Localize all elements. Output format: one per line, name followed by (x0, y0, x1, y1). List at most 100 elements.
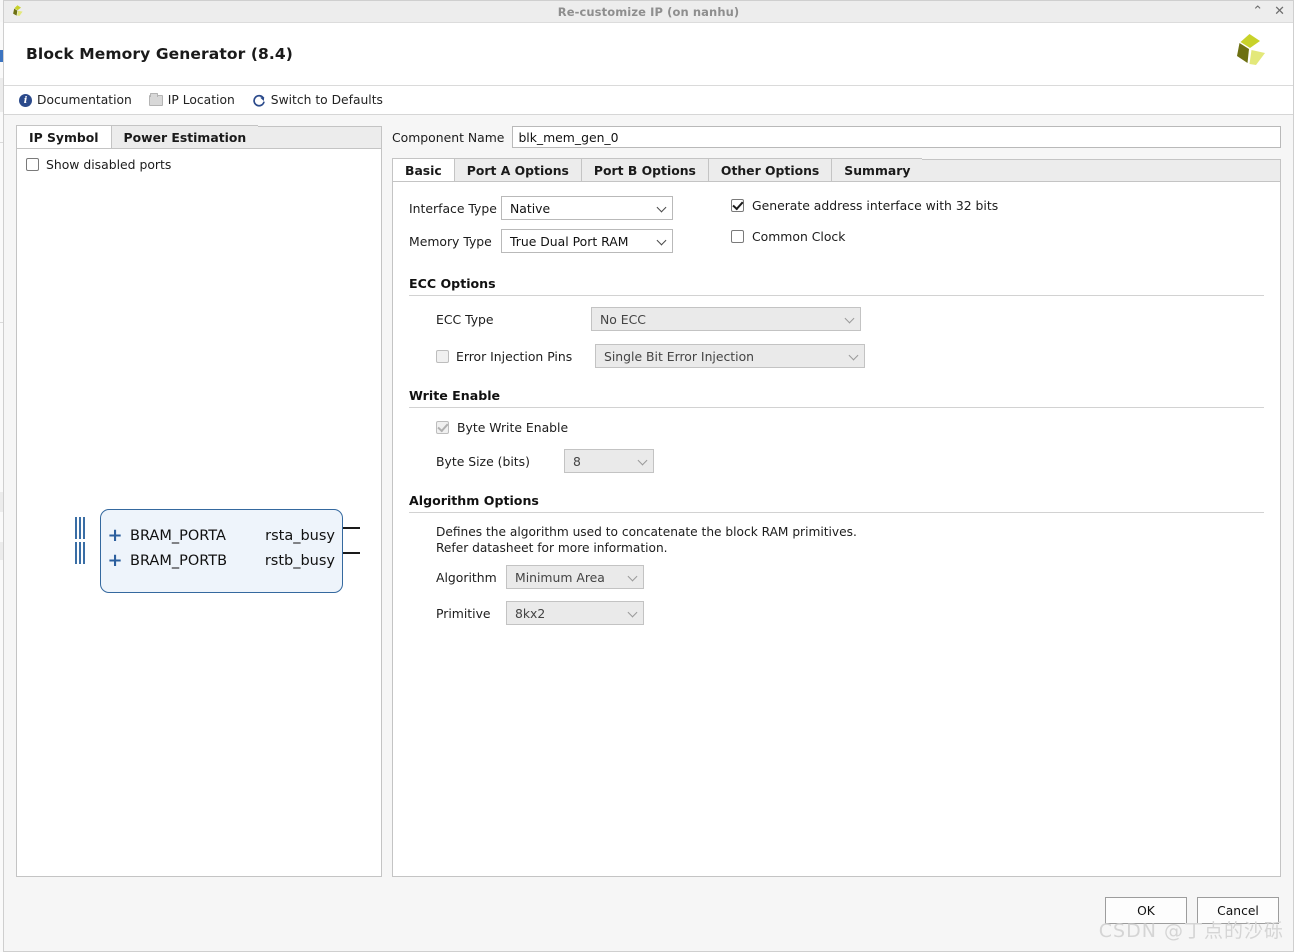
chevron-down-icon (846, 315, 855, 324)
info-icon: i (19, 93, 32, 107)
symbol-port-a-output: rsta_busy (265, 528, 335, 544)
common-clock-row[interactable]: Common Clock (731, 229, 998, 244)
switch-to-defaults-button[interactable]: Switch to Defaults (252, 93, 383, 107)
expand-portb-icon[interactable]: + (105, 552, 125, 570)
error-injection-pins-checkbox[interactable] (436, 349, 449, 363)
interface-type-value: Native (510, 200, 551, 216)
tab-basic-label: Basic (405, 162, 442, 178)
ip-symbol-panel: Show disabled ports + BRAM_PORTA rsta_bu… (16, 148, 382, 877)
tab-port-a-options-label: Port A Options (466, 162, 569, 178)
dialog-toolbar: i Documentation IP Location Switch to De… (4, 86, 1293, 115)
component-name-input[interactable]: blk_mem_gen_0 (512, 126, 1281, 148)
chevron-down-icon (850, 352, 859, 361)
byte-write-enable-row: Byte Write Enable (409, 420, 1264, 435)
error-injection-pins-row: Error Injection Pins Single Bit Error In… (409, 344, 1264, 368)
expand-porta-icon[interactable]: + (105, 527, 125, 545)
symbol-port-a-name: BRAM_PORTA (130, 528, 226, 544)
show-disabled-ports-row[interactable]: Show disabled ports (17, 149, 381, 172)
right-tabstrip-filler (922, 159, 1281, 181)
title-bar: Re-customize IP (on nanhu) ⌃ ✕ (4, 1, 1293, 23)
right-panel: Component Name blk_mem_gen_0 Basic Port … (392, 125, 1281, 889)
write-enable-title: Write Enable (409, 388, 501, 403)
tab-power-estimation[interactable]: Power Estimation (110, 125, 259, 148)
ecc-type-label: ECC Type (436, 311, 494, 327)
symbol-port-row-a: + BRAM_PORTA rsta_busy (101, 523, 344, 549)
window-title: Re-customize IP (on nanhu) (557, 4, 740, 19)
xilinx-logo-large (1229, 32, 1271, 76)
common-clock-label: Common Clock (752, 229, 846, 244)
ecc-options-title: ECC Options (409, 276, 496, 291)
ecc-type-select[interactable]: No ECC (591, 307, 861, 331)
byte-size-row: Byte Size (bits) 8 (409, 449, 1264, 473)
algorithm-description-line2: Refer datasheet for more information. (436, 541, 668, 555)
ecc-options-divider (409, 295, 1264, 296)
algorithm-description: Defines the algorithm used to concatenat… (436, 524, 1264, 556)
algorithm-label: Algorithm (436, 569, 497, 585)
algorithm-description-line1: Defines the algorithm used to concatenat… (436, 525, 857, 539)
left-tabstrip-filler (258, 126, 382, 148)
algorithm-select[interactable]: Minimum Area (506, 565, 644, 589)
chevron-down-icon (639, 457, 648, 466)
out-pin-rstb-busy (343, 552, 360, 554)
tab-summary-label: Summary (844, 162, 911, 178)
refresh-icon (252, 93, 266, 107)
generate-address-interface-row[interactable]: Generate address interface with 32 bits (731, 198, 998, 213)
error-injection-pins-label: Error Injection Pins (456, 348, 573, 364)
show-disabled-ports-checkbox[interactable] (26, 158, 39, 171)
tab-port-b-options[interactable]: Port B Options (580, 158, 708, 181)
byte-write-enable-checkbox[interactable] (436, 421, 449, 434)
algorithm-value: Minimum Area (515, 569, 605, 585)
algorithm-options-title: Algorithm Options (409, 493, 539, 508)
symbol-port-b-name: BRAM_PORTB (130, 553, 228, 569)
switch-to-defaults-label: Switch to Defaults (270, 93, 383, 107)
folder-icon (148, 92, 163, 106)
error-injection-select[interactable]: Single Bit Error Injection (595, 344, 865, 368)
interface-type-row: Interface Type Native (409, 196, 709, 220)
symbol-port-b-output: rstb_busy (264, 553, 335, 569)
ok-button[interactable]: OK (1105, 897, 1187, 924)
primitive-label: Primitive (436, 605, 491, 621)
byte-size-value: 8 (573, 453, 581, 469)
bus-pin-portb (75, 542, 86, 564)
chevron-down-icon (629, 609, 638, 618)
documentation-button[interactable]: i Documentation (19, 93, 132, 107)
tab-power-estimation-label: Power Estimation (123, 129, 247, 145)
page-title: Block Memory Generator (8.4) (26, 45, 293, 63)
memory-type-select[interactable]: True Dual Port RAM (501, 229, 673, 253)
right-tabstrip: Basic Port A Options Port B Options Othe… (392, 158, 1281, 181)
left-panel: IP Symbol Power Estimation Show disabled… (16, 125, 382, 889)
byte-write-enable-label: Byte Write Enable (457, 420, 569, 435)
tab-other-options[interactable]: Other Options (707, 158, 832, 181)
cancel-button[interactable]: Cancel (1197, 897, 1279, 924)
interface-type-select[interactable]: Native (501, 196, 673, 220)
minimize-icon[interactable]: ⌃ (1252, 5, 1263, 18)
tab-ip-symbol-label: IP Symbol (29, 129, 99, 145)
tab-summary[interactable]: Summary (831, 158, 923, 181)
tab-port-a-options[interactable]: Port A Options (453, 158, 581, 181)
out-pin-rsta-busy (343, 527, 360, 529)
dialog-body: IP Symbol Power Estimation Show disabled… (4, 115, 1293, 889)
component-name-label: Component Name (392, 129, 505, 145)
generate-address-interface-checkbox[interactable] (731, 199, 744, 212)
close-icon[interactable]: ✕ (1274, 5, 1285, 18)
ip-location-label: IP Location (167, 93, 235, 107)
dialog-header: Block Memory Generator (8.4) (4, 23, 1293, 86)
dialog-footer: OK Cancel CSDN @丁点的沙砾 (4, 889, 1293, 951)
tab-basic[interactable]: Basic (392, 158, 454, 181)
common-clock-checkbox[interactable] (731, 230, 744, 243)
tab-port-b-options-label: Port B Options (593, 162, 696, 178)
primitive-select[interactable]: 8kx2 (506, 601, 644, 625)
byte-size-select[interactable]: 8 (564, 449, 654, 473)
documentation-label: Documentation (37, 93, 132, 107)
algorithm-options-divider (409, 512, 1264, 513)
tab-ip-symbol[interactable]: IP Symbol (16, 125, 111, 148)
ecc-type-value: No ECC (600, 311, 646, 327)
ip-location-button[interactable]: IP Location (148, 92, 235, 107)
byte-size-label: Byte Size (bits) (436, 453, 530, 469)
basic-tab-panel: Interface Type Native Memory Type True D… (392, 181, 1281, 877)
interface-type-label: Interface Type (409, 200, 497, 216)
memory-type-label: Memory Type (409, 233, 492, 249)
memory-type-row: Memory Type True Dual Port RAM (409, 229, 709, 253)
recustomize-ip-dialog: Re-customize IP (on nanhu) ⌃ ✕ Block Mem… (3, 0, 1294, 952)
generate-address-interface-label: Generate address interface with 32 bits (752, 198, 999, 213)
